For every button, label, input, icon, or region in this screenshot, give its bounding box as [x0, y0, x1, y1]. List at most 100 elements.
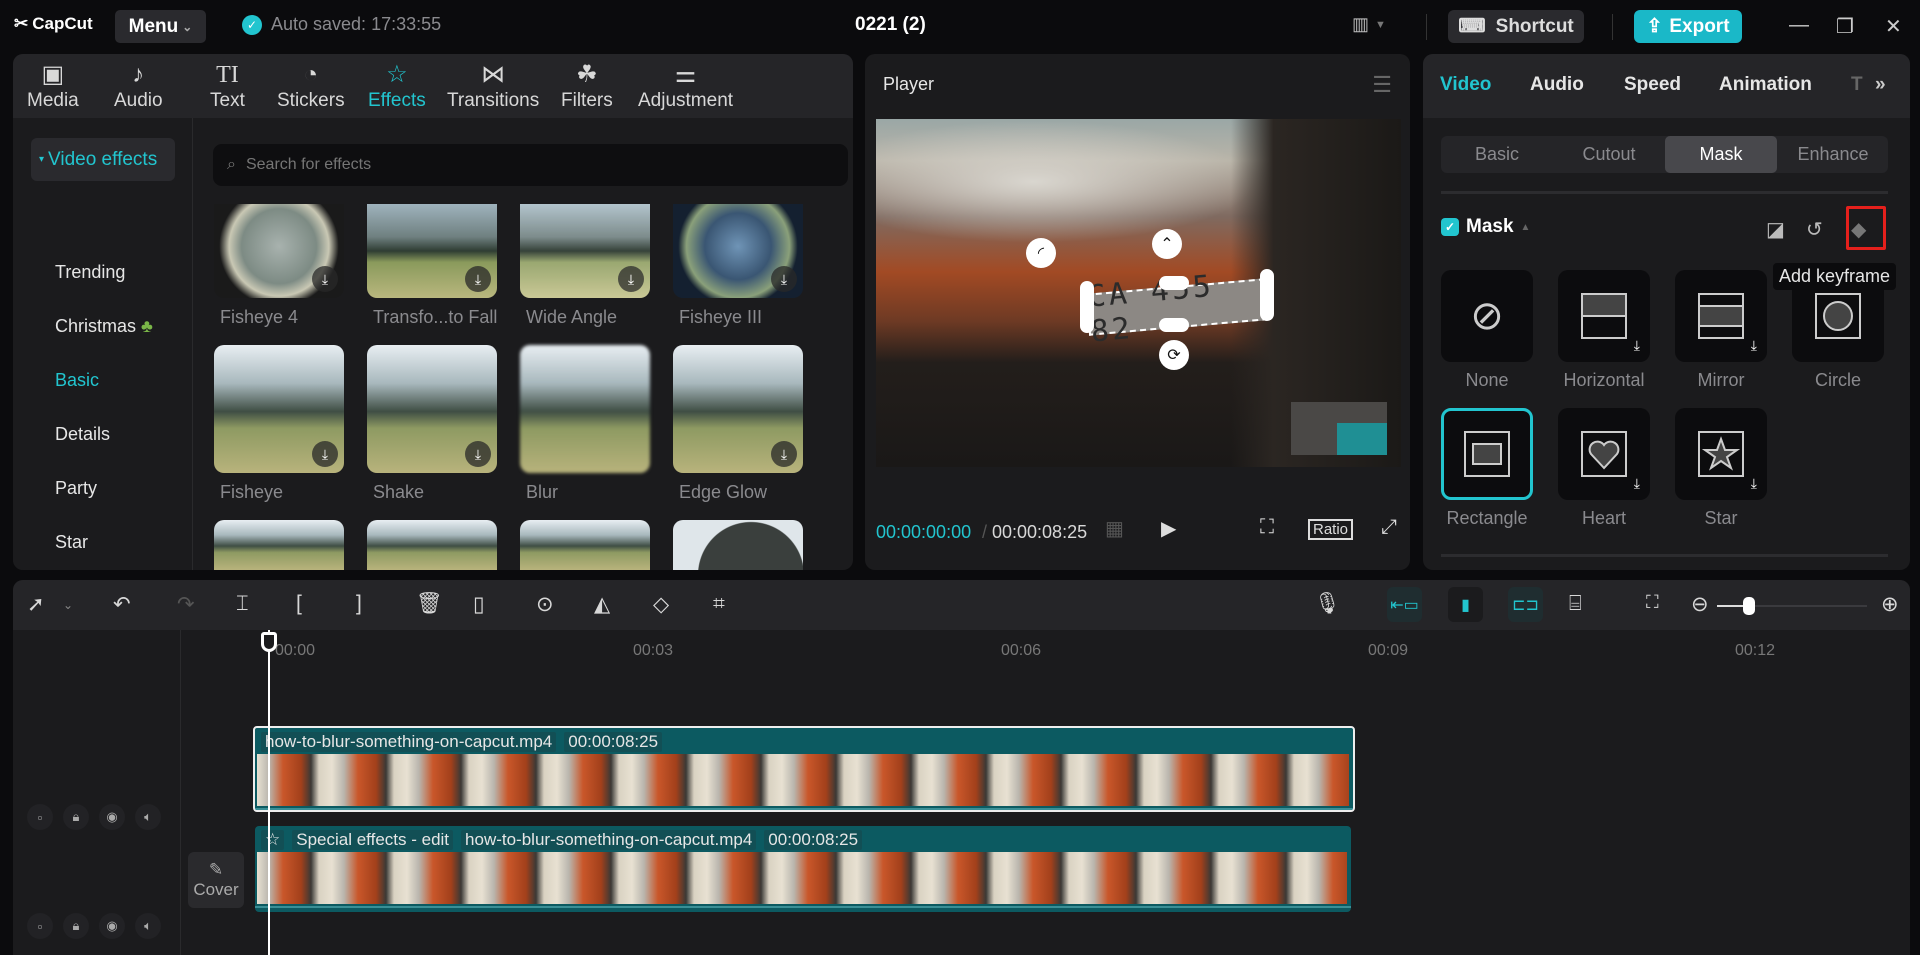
lock-icon[interactable]: 🔒︎ [63, 913, 89, 939]
shortcut-button[interactable]: ⌨ Shortcut [1448, 10, 1584, 43]
mask-resize-handle-top[interactable] [1159, 276, 1189, 290]
download-icon[interactable]: ⤓ [1751, 337, 1757, 354]
tab-speed[interactable]: Speed [1624, 74, 1681, 96]
download-icon[interactable]: ⤓ [618, 266, 644, 292]
freeze-frame-icon[interactable]: ▯ [473, 592, 485, 617]
tab-audio[interactable]: Audio [1530, 74, 1584, 96]
play-icon[interactable]: ▶ [1161, 516, 1176, 541]
speaker-icon[interactable]: 🔈︎ [135, 804, 161, 830]
trim-left-icon[interactable]: [ [296, 592, 302, 616]
redo-icon[interactable]: ↷ [177, 592, 195, 617]
mirror-icon[interactable]: ◭ [594, 592, 610, 617]
effect-thumb-edge-glow[interactable]: ⤓ [673, 345, 803, 473]
menu-button[interactable]: Menu ⌄ [115, 10, 206, 43]
subtab-basic[interactable]: Basic [1441, 136, 1553, 173]
effect-thumb[interactable] [520, 520, 650, 570]
fullscreen-icon[interactable]: ⤢ [1381, 516, 1397, 539]
timeline-ruler[interactable]: 00:00 00:03 00:06 00:09 00:12 [13, 630, 1910, 670]
add-keyframe-highlight[interactable] [1846, 206, 1886, 250]
delete-icon[interactable]: 🗑 [416, 592, 443, 616]
microphone-icon[interactable]: 🎙 [1314, 592, 1341, 616]
timeline-zoom-slider[interactable] [1717, 597, 1867, 615]
mask-resize-handle-bottom[interactable] [1159, 318, 1189, 332]
video-clip-effect[interactable]: ☆ Special effects - edit how-to-blur-somet… [255, 826, 1351, 912]
video-clip-main[interactable]: how-to-blur-something-on-capcut.mp4 00:00… [253, 726, 1355, 812]
layout-button[interactable]: ▥ ▼ [1352, 14, 1386, 35]
effect-thumb-wide-angle[interactable]: ⤓ [520, 204, 650, 298]
download-icon[interactable]: ⤓ [1751, 475, 1757, 492]
tab-video[interactable]: Video [1440, 74, 1491, 96]
zoom-out-icon[interactable]: ⊖ [1691, 592, 1709, 617]
trim-right-icon[interactable]: ] [356, 592, 362, 616]
category-christmas[interactable]: Christmas ♣ [55, 316, 153, 337]
tab-adjustment[interactable]: ⚌ Adjustment [638, 60, 733, 112]
lock-icon[interactable]: 🔒︎ [63, 804, 89, 830]
eye-icon[interactable]: ◉ [99, 804, 125, 830]
effect-thumb-shake[interactable]: ⤓ [367, 345, 497, 473]
tab-media[interactable]: ▣ Media [27, 60, 79, 112]
category-basic[interactable]: Basic [55, 370, 99, 391]
effect-thumb[interactable] [367, 520, 497, 570]
round-corner-icon[interactable]: ◜ [1026, 238, 1056, 268]
subtab-mask[interactable]: Mask [1665, 136, 1777, 173]
mask-resize-handle-left[interactable] [1080, 281, 1094, 333]
subtab-cutout[interactable]: Cutout [1553, 136, 1665, 173]
eye-icon[interactable]: ◉ [99, 913, 125, 939]
effect-thumb-fisheye-4[interactable]: ⤓ [214, 204, 344, 298]
category-star[interactable]: Star [55, 532, 88, 553]
zoom-slider-knob[interactable] [1743, 597, 1755, 615]
mask-horizontal[interactable]: ⤓ [1558, 270, 1650, 362]
playhead[interactable] [261, 630, 277, 955]
download-icon[interactable]: ⤓ [312, 441, 338, 467]
tab-stickers[interactable]: ◔ Stickers [277, 60, 345, 112]
timecode-grid-icon[interactable]: ▦ [1105, 516, 1124, 541]
ratio-button[interactable]: Ratio [1308, 519, 1354, 540]
auto-snapping-toggle[interactable]: ▮ [1448, 587, 1483, 622]
caret-up-icon[interactable]: ▲ [1521, 222, 1531, 233]
download-icon[interactable]: ⤓ [1634, 475, 1640, 492]
zoom-to-fit-icon[interactable]: ⛶ [1646, 592, 1659, 613]
mask-star[interactable]: ⤓ [1675, 408, 1767, 500]
undo-icon[interactable]: ↶ [113, 592, 131, 617]
mask-none[interactable]: ⊘ [1441, 270, 1533, 362]
minimize-icon[interactable]: — [1789, 14, 1809, 37]
download-icon[interactable]: ⤓ [1634, 337, 1640, 354]
mask-enable-checkbox[interactable]: ✓ [1441, 218, 1459, 236]
mask-heart[interactable]: ⤓ [1558, 408, 1650, 500]
category-party[interactable]: Party [55, 478, 97, 499]
reset-icon[interactable]: ↺ [1806, 217, 1823, 242]
rotate-icon[interactable]: ⟳ [1159, 340, 1189, 370]
track-thumb-icon[interactable]: ▫ [27, 804, 53, 830]
tab-text[interactable]: TI Text [210, 60, 245, 112]
menu-icon[interactable]: ☰ [1372, 72, 1392, 98]
chevron-down-icon[interactable]: ⌄ [63, 598, 73, 612]
effect-thumb-fisheye[interactable]: ⤓ [214, 345, 344, 473]
linkage-toggle[interactable]: ⊏⊐ [1508, 587, 1543, 622]
rotate-icon[interactable]: ◇ [653, 592, 669, 617]
tab-filters[interactable]: ☘ Filters [561, 60, 613, 112]
effect-thumb-blur[interactable] [520, 345, 650, 473]
crop-icon[interactable]: ⌗ [713, 592, 725, 616]
tab-animation[interactable]: Animation [1719, 74, 1812, 96]
zoom-in-icon[interactable]: ⊕ [1881, 592, 1899, 617]
invert-mask-icon[interactable]: ◪ [1766, 217, 1785, 242]
select-tool-icon[interactable]: ➚ [27, 592, 45, 617]
split-preview-icon[interactable]: ⌸ [1569, 592, 1582, 616]
download-icon[interactable]: ⤓ [771, 266, 797, 292]
export-button[interactable]: ⇪ Export [1634, 10, 1742, 43]
cover-button[interactable]: ✎ Cover [188, 852, 244, 908]
mask-rectangle[interactable] [1441, 408, 1533, 500]
effects-search[interactable]: ⌕ [213, 144, 848, 186]
tab-effects[interactable]: ☆ Effects [368, 60, 426, 112]
chevron-double-right-icon[interactable]: » [1875, 74, 1886, 96]
category-details[interactable]: Details [55, 424, 110, 445]
close-icon[interactable]: ✕ [1885, 14, 1902, 39]
effect-thumb[interactable] [673, 520, 803, 570]
subtab-enhance[interactable]: Enhance [1777, 136, 1889, 173]
download-icon[interactable]: ⤓ [312, 266, 338, 292]
reverse-icon[interactable]: ⊙ [536, 592, 554, 617]
mask-mirror[interactable]: ⤓ [1675, 270, 1767, 362]
split-icon[interactable]: ⌶ [236, 592, 249, 616]
restore-icon[interactable]: ❐ [1836, 14, 1854, 39]
zoom-fit-icon[interactable]: ⛶ [1260, 516, 1274, 539]
